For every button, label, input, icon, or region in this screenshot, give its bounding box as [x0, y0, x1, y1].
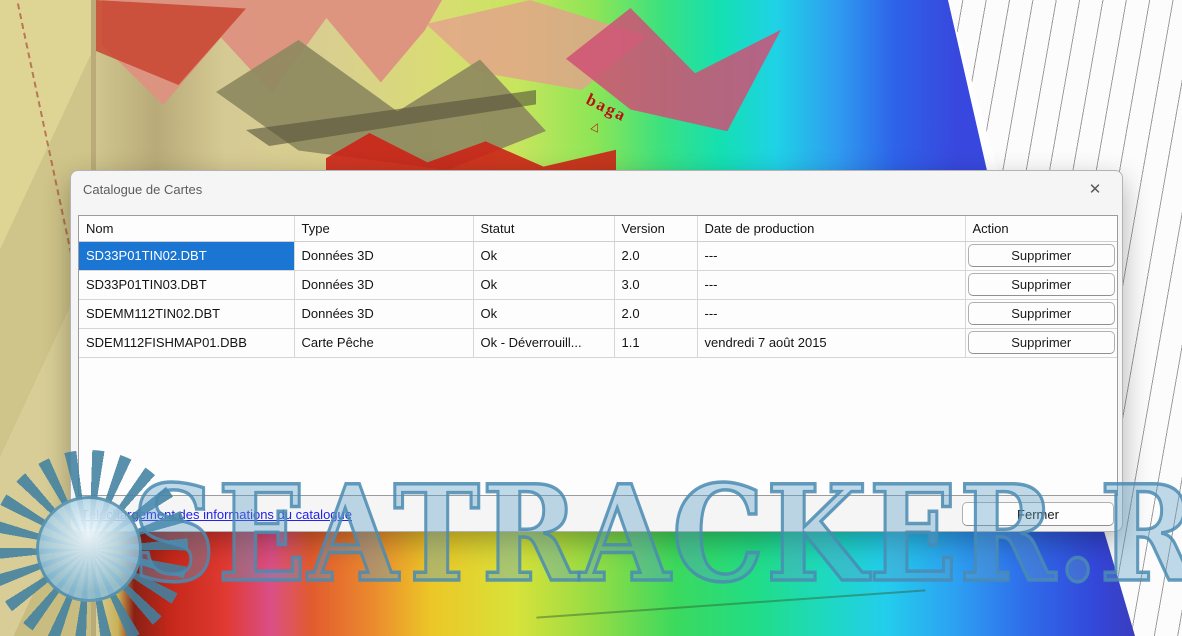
- cell-date[interactable]: ---: [697, 270, 965, 299]
- table-row[interactable]: SDEM112FISHMAP01.DBB Carte Pêche Ok - Dé…: [79, 328, 1117, 357]
- cell-statut[interactable]: Ok: [473, 241, 614, 270]
- cell-date[interactable]: ---: [697, 299, 965, 328]
- cell-type[interactable]: Carte Pêche: [294, 328, 473, 357]
- column-header[interactable]: Type: [294, 216, 473, 241]
- supprimer-button[interactable]: Supprimer: [968, 331, 1116, 354]
- map-marker-icon: △: [590, 119, 603, 134]
- cell-statut[interactable]: Ok - Déverrouill...: [473, 328, 614, 357]
- cell-nom[interactable]: SD33P01TIN03.DBT: [79, 270, 294, 299]
- catalogue-download-link[interactable]: Téléchargement des informations du catal…: [81, 507, 352, 522]
- cell-nom[interactable]: SDEMM112TIN02.DBT: [79, 299, 294, 328]
- table-header-row: NomTypeStatutVersionDate de productionAc…: [79, 216, 1117, 241]
- table-row[interactable]: SDEMM112TIN02.DBT Données 3D Ok 2.0 --- …: [79, 299, 1117, 328]
- table-row[interactable]: SD33P01TIN02.DBT Données 3D Ok 2.0 --- S…: [79, 241, 1117, 270]
- cell-version[interactable]: 1.1: [614, 328, 697, 357]
- terrain-top-strip: baga △: [96, 0, 996, 175]
- cell-action: Supprimer: [965, 299, 1117, 328]
- cell-date[interactable]: vendredi 7 août 2015: [697, 328, 965, 357]
- terrain-bottom-strip: [96, 528, 1141, 636]
- column-header[interactable]: Action: [965, 216, 1117, 241]
- terrain-track-line: [536, 589, 925, 618]
- column-header[interactable]: Date de production: [697, 216, 965, 241]
- cell-nom[interactable]: SDEM112FISHMAP01.DBB: [79, 328, 294, 357]
- screen: baga △ Catalogue de Cartes ✕ NomTypeStat…: [0, 0, 1182, 636]
- cell-nom[interactable]: SD33P01TIN02.DBT: [79, 241, 294, 270]
- dialog-title: Catalogue de Cartes: [83, 182, 202, 197]
- column-header[interactable]: Version: [614, 216, 697, 241]
- supprimer-button[interactable]: Supprimer: [968, 273, 1116, 296]
- catalogue-table: NomTypeStatutVersionDate de productionAc…: [79, 216, 1117, 358]
- column-header[interactable]: Nom: [79, 216, 294, 241]
- supprimer-button[interactable]: Supprimer: [968, 302, 1116, 325]
- terrain-ridge-red: [96, 0, 246, 85]
- cell-version[interactable]: 2.0: [614, 299, 697, 328]
- catalogue-table-container: NomTypeStatutVersionDate de productionAc…: [78, 215, 1118, 496]
- column-header[interactable]: Statut: [473, 216, 614, 241]
- cell-version[interactable]: 2.0: [614, 241, 697, 270]
- table-row[interactable]: SD33P01TIN03.DBT Données 3D Ok 3.0 --- S…: [79, 270, 1117, 299]
- cell-date[interactable]: ---: [697, 241, 965, 270]
- cell-version[interactable]: 3.0: [614, 270, 697, 299]
- cell-type[interactable]: Données 3D: [294, 241, 473, 270]
- cell-statut[interactable]: Ok: [473, 299, 614, 328]
- cell-type[interactable]: Données 3D: [294, 270, 473, 299]
- dialog-close-button[interactable]: ✕: [1082, 177, 1108, 201]
- catalogue-dialog: Catalogue de Cartes ✕ NomTypeStatutVersi…: [70, 170, 1123, 532]
- cell-action: Supprimer: [965, 270, 1117, 299]
- cell-type[interactable]: Données 3D: [294, 299, 473, 328]
- fermer-button[interactable]: Fermer: [962, 502, 1114, 526]
- close-icon: ✕: [1089, 180, 1102, 198]
- cell-statut[interactable]: Ok: [473, 270, 614, 299]
- cell-action: Supprimer: [965, 241, 1117, 270]
- supprimer-button[interactable]: Supprimer: [968, 244, 1116, 267]
- cell-action: Supprimer: [965, 328, 1117, 357]
